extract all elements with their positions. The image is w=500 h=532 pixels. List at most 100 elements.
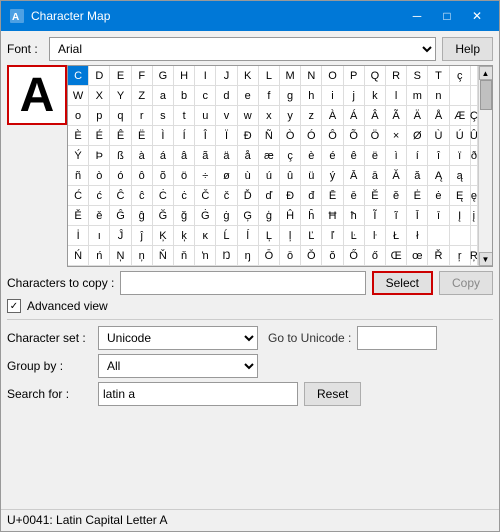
char-cell[interactable]: ŉ xyxy=(195,246,216,266)
char-cell[interactable] xyxy=(450,86,471,106)
char-cell[interactable]: ŀ xyxy=(365,226,386,246)
char-cell[interactable]: N xyxy=(301,66,322,86)
char-cell[interactable]: s xyxy=(153,106,174,126)
char-cell[interactable]: Ń xyxy=(68,246,89,266)
char-cell[interactable]: Å xyxy=(428,106,449,126)
char-cell[interactable]: Ķ xyxy=(153,226,174,246)
char-cell[interactable]: Ð xyxy=(238,126,259,146)
char-cell[interactable]: u xyxy=(195,106,216,126)
char-cell[interactable]: p xyxy=(89,106,110,126)
char-cell[interactable]: ą xyxy=(450,166,471,186)
groupby-select[interactable]: All Unicode Subrange Unicode Block xyxy=(98,354,258,378)
font-select[interactable]: Arial xyxy=(49,37,436,61)
char-cell[interactable]: ā xyxy=(365,166,386,186)
char-cell[interactable]: Ċ xyxy=(153,186,174,206)
char-cell[interactable] xyxy=(471,86,478,106)
reset-button[interactable]: Reset xyxy=(304,382,361,406)
char-cell[interactable]: Í xyxy=(174,126,195,146)
char-cell[interactable]: D xyxy=(89,66,110,86)
char-cell[interactable]: ĺ xyxy=(238,226,259,246)
char-cell[interactable]: Ĕ xyxy=(365,186,386,206)
char-cell[interactable]: ħ xyxy=(344,206,365,226)
char-cell[interactable]: œ xyxy=(407,246,428,266)
char-cell[interactable]: Ö xyxy=(365,126,386,146)
char-cell[interactable]: z xyxy=(301,106,322,126)
char-cell[interactable]: À xyxy=(322,106,343,126)
char-cell[interactable]: f xyxy=(259,86,280,106)
char-cell[interactable]: Ñ xyxy=(259,126,280,146)
char-cell[interactable]: q xyxy=(110,106,131,126)
char-cell[interactable]: ł xyxy=(407,226,428,246)
char-cell[interactable]: l xyxy=(386,86,407,106)
char-cell[interactable]: o xyxy=(68,106,89,126)
char-cell[interactable]: õ xyxy=(153,166,174,186)
char-cell[interactable]: Õ xyxy=(344,126,365,146)
char-cell[interactable]: m xyxy=(407,86,428,106)
char-cell[interactable]: Ä xyxy=(407,106,428,126)
char-cell[interactable]: į xyxy=(471,206,478,226)
char-cell[interactable]: j xyxy=(344,86,365,106)
char-cell[interactable]: H xyxy=(174,66,195,86)
char-cell[interactable]: Ő xyxy=(344,246,365,266)
char-cell[interactable]: Đ xyxy=(280,186,301,206)
char-cell[interactable]: O xyxy=(322,66,343,86)
char-cell[interactable] xyxy=(471,226,478,246)
char-cell[interactable]: İ xyxy=(68,226,89,246)
char-cell[interactable]: ĕ xyxy=(386,186,407,206)
char-cell[interactable]: ń xyxy=(89,246,110,266)
char-cell[interactable]: Ó xyxy=(301,126,322,146)
char-cell[interactable]: c xyxy=(195,86,216,106)
char-cell[interactable]: Į xyxy=(450,206,471,226)
char-cell[interactable]: Ì xyxy=(153,126,174,146)
search-input[interactable] xyxy=(98,382,298,406)
char-cell[interactable]: ň xyxy=(174,246,195,266)
char-cell[interactable]: Ď xyxy=(238,186,259,206)
char-cell[interactable]: Ĉ xyxy=(110,186,131,206)
char-cell[interactable]: Þ xyxy=(89,146,110,166)
char-cell[interactable]: t xyxy=(174,106,195,126)
char-cell[interactable]: ŗ xyxy=(450,246,471,266)
scrollbar[interactable]: ▲ ▼ xyxy=(478,66,492,266)
char-cell[interactable]: ō xyxy=(280,246,301,266)
char-cell[interactable]: Z xyxy=(132,86,153,106)
char-cell[interactable]: È xyxy=(68,126,89,146)
char-cell[interactable]: Č xyxy=(195,186,216,206)
char-cell[interactable]: ä xyxy=(216,146,237,166)
char-cell[interactable]: ņ xyxy=(132,246,153,266)
char-cell[interactable]: á xyxy=(153,146,174,166)
char-cell[interactable]: Ė xyxy=(407,186,428,206)
char-cell[interactable]: Ļ xyxy=(259,226,280,246)
char-cell[interactable]: ŋ xyxy=(238,246,259,266)
char-cell[interactable]: Ë xyxy=(132,126,153,146)
char-cell[interactable]: ĉ xyxy=(132,186,153,206)
char-cell[interactable]: C xyxy=(68,66,89,86)
scroll-thumb[interactable] xyxy=(480,80,492,110)
char-cell[interactable]: S xyxy=(407,66,428,86)
char-cell[interactable]: Ě xyxy=(68,206,89,226)
char-cell[interactable]: ö xyxy=(174,166,195,186)
char-cell[interactable]: h xyxy=(301,86,322,106)
char-cell[interactable]: ß xyxy=(110,146,131,166)
char-cell[interactable]: g xyxy=(280,86,301,106)
char-cell[interactable]: ę xyxy=(471,186,478,206)
char-cell[interactable]: I xyxy=(195,66,216,86)
char-cell[interactable]: Ï xyxy=(216,126,237,146)
char-cell[interactable]: č xyxy=(216,186,237,206)
char-cell[interactable]: Q xyxy=(365,66,386,86)
char-cell[interactable]: Ŗ xyxy=(471,246,478,266)
char-cell[interactable]: Ĝ xyxy=(110,206,131,226)
char-cell[interactable]: Û xyxy=(471,126,478,146)
copy-button[interactable]: Copy xyxy=(439,271,493,295)
char-cell[interactable]: ĝ xyxy=(132,206,153,226)
char-cell[interactable]: P xyxy=(344,66,365,86)
char-cell[interactable]: ŏ xyxy=(322,246,343,266)
scroll-up-arrow[interactable]: ▲ xyxy=(479,66,493,80)
char-cell[interactable] xyxy=(428,226,449,246)
char-cell[interactable]: Ģ xyxy=(238,206,259,226)
char-cell[interactable]: Ą xyxy=(428,166,449,186)
char-cell[interactable]: Â xyxy=(365,106,386,126)
char-cell[interactable]: ľ xyxy=(322,226,343,246)
char-cell[interactable]: v xyxy=(216,106,237,126)
char-cell[interactable]: Ę xyxy=(450,186,471,206)
char-cell[interactable]: ò xyxy=(89,166,110,186)
